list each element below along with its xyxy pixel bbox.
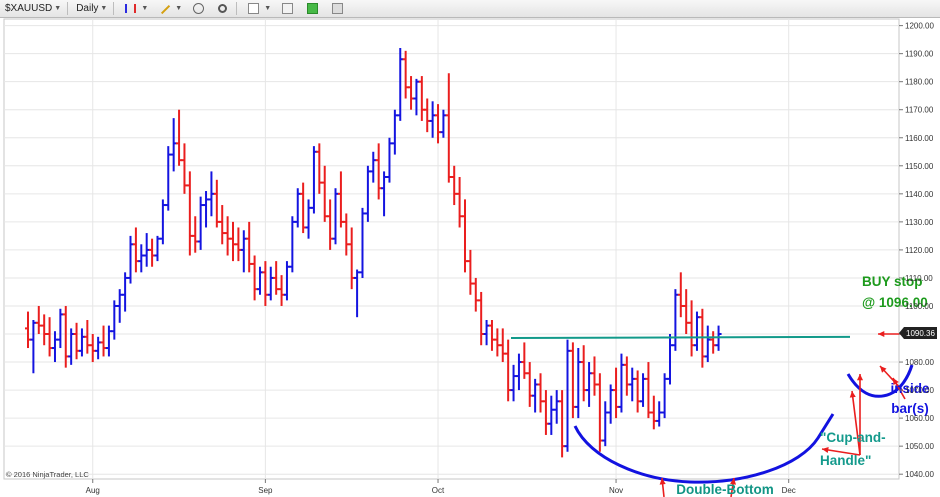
y-tick-label: 1170.00 xyxy=(905,106,934,115)
x-tick-label: Oct xyxy=(432,486,445,495)
indicators-icon xyxy=(248,3,260,14)
strategy-icon xyxy=(307,3,319,14)
y-tick-label: 1160.00 xyxy=(905,134,934,143)
last-price-label: 1090.36 xyxy=(906,329,935,338)
chart-toolbar: $XAUUSD ▼ Daily ▼ ▼ ▼ ▼ xyxy=(0,0,940,18)
double-bottom-annotation: Double-Bottom xyxy=(676,482,773,497)
data-box-button[interactable] xyxy=(276,1,299,17)
y-tick-label: 1040.00 xyxy=(905,470,934,479)
indicators-button[interactable]: ▼ xyxy=(242,1,274,17)
crosshair-icon xyxy=(193,3,205,14)
y-tick-label: 1190.00 xyxy=(905,50,934,59)
x-tick-label: Sep xyxy=(258,486,273,495)
y-tick-label: 1180.00 xyxy=(905,78,934,87)
interval-label: Daily xyxy=(76,3,99,14)
x-tick-label: Nov xyxy=(609,486,623,495)
data-box-icon xyxy=(282,3,294,14)
instrument-selector[interactable]: $XAUUSD ▼ xyxy=(2,1,64,17)
toolbar-separator xyxy=(236,2,238,15)
y-tick-label: 1110.00 xyxy=(905,274,933,283)
interval-selector[interactable]: Daily ▼ xyxy=(73,1,110,17)
properties-button[interactable] xyxy=(326,1,349,17)
x-tick-label: Dec xyxy=(782,486,796,495)
chevron-down-icon: ▼ xyxy=(100,5,108,12)
pencil-icon xyxy=(159,2,171,15)
copyright-label: © 2016 NinjaTrader, LLC xyxy=(6,470,89,479)
y-tick-label: 1150.00 xyxy=(905,162,934,171)
y-tick-label: 1200.00 xyxy=(905,22,934,31)
chevron-down-icon: ▼ xyxy=(54,5,62,12)
strategy-button[interactable] xyxy=(301,1,324,17)
properties-icon xyxy=(332,3,344,14)
y-tick-label: 1050.00 xyxy=(905,442,934,451)
y-tick-label: 1120.00 xyxy=(905,246,934,255)
zoom-button[interactable] xyxy=(212,1,233,17)
price-chart[interactable]: BUY stop @ 1096.00inside bar(s)"Cup-and-Ha… xyxy=(0,18,940,497)
bar-chart-icon xyxy=(125,4,137,13)
y-tick-label: 1060.00 xyxy=(905,414,934,423)
instrument-label: $XAUUSD xyxy=(5,3,53,14)
magnifier-icon xyxy=(218,4,228,13)
y-tick-label: 1080.00 xyxy=(905,358,934,367)
toolbar-separator xyxy=(67,2,69,15)
chevron-down-icon: ▼ xyxy=(175,5,183,12)
crosshair-button[interactable] xyxy=(187,1,210,17)
bar-type-button[interactable]: ▼ xyxy=(119,1,151,17)
drawing-tools-button[interactable]: ▼ xyxy=(153,1,185,17)
neckline-trendline[interactable] xyxy=(510,335,851,340)
cup-and-handle-annotation-line: Handle" xyxy=(820,453,871,468)
y-tick-label: 1140.00 xyxy=(905,190,934,199)
x-tick-label: Aug xyxy=(86,486,100,495)
cup-and-handle-annotation-line: "Cup-and- xyxy=(820,430,886,445)
chevron-down-icon: ▼ xyxy=(141,5,149,12)
last-price-marker: 1090.36 xyxy=(899,327,937,340)
y-tick-label: 1100.00 xyxy=(905,302,934,311)
y-tick-label: 1070.00 xyxy=(905,386,934,395)
chevron-down-icon: ▼ xyxy=(264,5,272,12)
y-tick-label: 1130.00 xyxy=(905,218,934,227)
toolbar-separator xyxy=(113,2,115,15)
